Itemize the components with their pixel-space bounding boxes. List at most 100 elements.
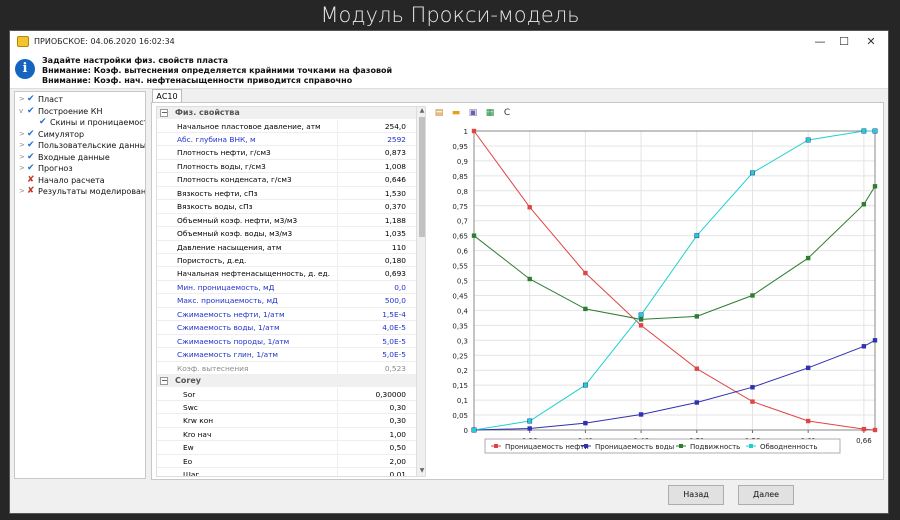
y-tick-label: 0,75 bbox=[452, 203, 468, 211]
property-row[interactable]: Начальная нефтенасыщенность, д. ед. 0,693 bbox=[157, 267, 416, 281]
property-value[interactable]: 254,0 bbox=[337, 119, 415, 133]
property-value[interactable]: 0,180 bbox=[337, 254, 415, 267]
tab-ac10[interactable]: АС10 bbox=[152, 89, 182, 103]
minimize-button[interactable]: — bbox=[807, 33, 833, 50]
close-button[interactable]: ✕ bbox=[858, 33, 884, 50]
data-point bbox=[638, 317, 644, 322]
chart-area: 0 0,05 0,1 0,15 0,2 0,25 0,3 0,35 0,4 0,45 0,5 0,55… bbox=[433, 124, 880, 476]
data-point bbox=[694, 400, 699, 405]
property-row[interactable]: Krw кон 0,30 bbox=[157, 414, 416, 428]
chevron-right-icon[interactable]: > bbox=[19, 94, 27, 106]
excel-icon[interactable]: ▦ bbox=[484, 107, 496, 119]
chevron-right-icon[interactable]: > bbox=[19, 186, 27, 198]
property-value[interactable]: 1,008 bbox=[337, 159, 415, 173]
property-row[interactable]: Kro нач 1,00 bbox=[157, 427, 416, 442]
property-value[interactable]: 0,873 bbox=[337, 146, 415, 160]
property-grid-scrollbar[interactable]: ▲ ▼ bbox=[416, 107, 425, 476]
property-row[interactable]: Плотность нефти, г/см3 0,873 bbox=[157, 146, 416, 160]
property-value[interactable]: 0,0 bbox=[337, 280, 415, 294]
data-point bbox=[872, 338, 878, 343]
property-value[interactable]: 0,30 bbox=[337, 401, 415, 414]
data-point bbox=[861, 426, 867, 432]
property-value[interactable]: 5,0E-5 bbox=[337, 334, 415, 348]
check-icon: ✔ bbox=[27, 128, 35, 139]
property-row[interactable]: Пористость, д.ед. 0,180 bbox=[157, 254, 416, 268]
chevron-right-icon[interactable]: > bbox=[19, 152, 27, 164]
refresh-icon[interactable]: C bbox=[501, 107, 513, 119]
property-value[interactable]: 500,0 bbox=[337, 294, 415, 308]
scroll-up-icon[interactable]: ▲ bbox=[417, 107, 425, 116]
tree-item[interactable]: > ✔ Входные данные bbox=[15, 152, 145, 164]
property-value[interactable]: 110 bbox=[337, 240, 415, 254]
tree-item[interactable]: > ✘ Результаты моделирования bbox=[15, 186, 145, 198]
data-point bbox=[638, 412, 644, 417]
property-row[interactable]: Мин. проницаемость, мД 0,0 bbox=[157, 280, 416, 295]
property-row[interactable]: Абс. глубина ВНК, м 2592 bbox=[157, 132, 416, 147]
property-row[interactable]: Коэф. вытеснения 0,523 bbox=[157, 361, 416, 376]
open-folder-icon[interactable]: ▬ bbox=[450, 107, 462, 119]
property-value[interactable]: 1,530 bbox=[337, 186, 415, 200]
scroll-down-icon[interactable]: ▼ bbox=[417, 467, 425, 476]
property-value[interactable]: 0,646 bbox=[337, 173, 415, 187]
tree-item[interactable]: > ✔ Симулятор bbox=[15, 129, 145, 141]
property-value[interactable]: 1,00 bbox=[337, 427, 415, 441]
property-value[interactable]: 0,523 bbox=[337, 361, 415, 375]
property-value[interactable]: 1,035 bbox=[337, 227, 415, 241]
property-row[interactable]: Плотность конденсата, г/см3 0,646 bbox=[157, 173, 416, 187]
property-value[interactable]: 1,188 bbox=[337, 213, 415, 227]
export-icon[interactable]: ▤ bbox=[433, 107, 445, 119]
property-row[interactable]: Ew 0,50 bbox=[157, 441, 416, 455]
property-row[interactable]: Шаг 0,01 bbox=[157, 468, 416, 476]
property-row[interactable]: Вязкость нефти, сПз 1,530 bbox=[157, 186, 416, 201]
y-tick-label: 0,95 bbox=[452, 143, 468, 151]
property-value[interactable]: 0,50 bbox=[337, 441, 415, 455]
collapse-icon[interactable]: − bbox=[160, 377, 168, 386]
tree-item[interactable]: ✔ Скины и проницаемость bbox=[15, 117, 145, 129]
property-value[interactable]: 1,5E-4 bbox=[337, 307, 415, 321]
property-row[interactable]: Eo 2,00 bbox=[157, 454, 416, 469]
property-value[interactable]: 0,01 bbox=[337, 468, 415, 476]
property-value[interactable]: 2,00 bbox=[337, 454, 415, 468]
property-row[interactable]: Начальное пластовое давление, атм 254,0 bbox=[157, 119, 416, 133]
property-row[interactable]: Сжимаемость глин, 1/атм 5,0E-5 bbox=[157, 348, 416, 362]
chevron-right-icon[interactable]: > bbox=[19, 163, 27, 175]
property-row[interactable]: Макс. проницаемость, мД 500,0 bbox=[157, 294, 416, 308]
tree-item[interactable]: > ✔ Пользовательские данные bbox=[15, 140, 145, 152]
property-section-header[interactable]: − Физ. свойства bbox=[157, 107, 416, 119]
scrollbar-thumb[interactable] bbox=[419, 117, 425, 237]
property-value[interactable]: 0,693 bbox=[337, 267, 415, 281]
chevron-right-icon[interactable]: > bbox=[19, 140, 27, 152]
collapse-icon[interactable]: − bbox=[160, 109, 168, 117]
property-value[interactable]: 5,0E-5 bbox=[337, 348, 415, 362]
tree-item[interactable]: > ✔ Пласт bbox=[15, 94, 145, 106]
property-row[interactable]: Давление насыщения, атм 110 bbox=[157, 240, 416, 254]
property-value[interactable]: 0,370 bbox=[337, 200, 415, 214]
tree-item[interactable]: v ✔ Построение КН bbox=[15, 106, 145, 118]
tree-item-label: Построение КН bbox=[38, 106, 103, 116]
tree-item[interactable]: > ✔ Прогноз bbox=[15, 163, 145, 175]
property-row[interactable]: Плотность воды, г/см3 1,008 bbox=[157, 159, 416, 174]
property-row[interactable]: Sor 0,30000 bbox=[157, 387, 416, 401]
next-button[interactable]: Далее bbox=[738, 485, 794, 505]
chevron-down-icon[interactable]: v bbox=[19, 106, 27, 118]
property-row[interactable]: Объемный коэф. воды, м3/м3 1,035 bbox=[157, 227, 416, 241]
chevron-right-icon[interactable]: > bbox=[19, 129, 27, 141]
property-value[interactable]: 4,0E-5 bbox=[337, 321, 415, 335]
property-row[interactable]: Сжимаемость нефти, 1/атм 1,5E-4 bbox=[157, 307, 416, 322]
maximize-button[interactable]: ☐ bbox=[831, 33, 857, 50]
data-point bbox=[861, 202, 867, 207]
legend-label: Проницаемость нефти bbox=[505, 443, 589, 451]
property-row[interactable]: Объемный коэф. нефти, м3/м3 1,188 bbox=[157, 213, 416, 228]
property-row[interactable]: Swc 0,30 bbox=[157, 401, 416, 415]
data-point bbox=[805, 365, 811, 371]
property-value[interactable]: 2592 bbox=[337, 132, 415, 146]
property-row[interactable]: Вязкость воды, сПз 0,370 bbox=[157, 200, 416, 214]
property-section-header[interactable]: − Corey bbox=[157, 375, 416, 388]
property-value[interactable]: 0,30 bbox=[337, 414, 415, 428]
property-row[interactable]: Сжимаемость породы, 1/атм 5,0E-5 bbox=[157, 334, 416, 349]
property-row[interactable]: Сжимаемость воды, 1/атм 4,0E-5 bbox=[157, 321, 416, 335]
save-icon[interactable]: ▣ bbox=[467, 107, 479, 119]
property-value[interactable]: 0,30000 bbox=[337, 387, 415, 401]
tree-item[interactable]: ✘ Начало расчета bbox=[15, 175, 145, 187]
back-button[interactable]: Назад bbox=[668, 485, 724, 505]
